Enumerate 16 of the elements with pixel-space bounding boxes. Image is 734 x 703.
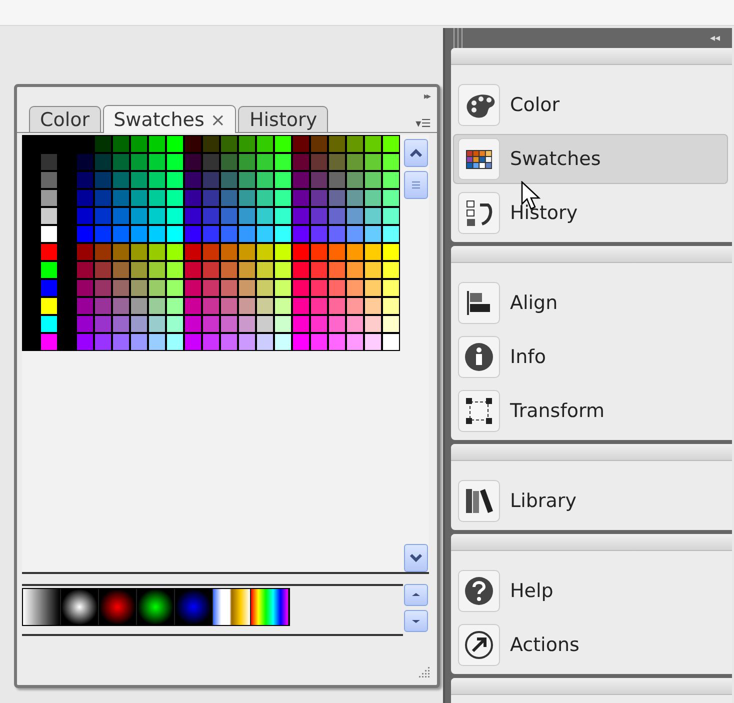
dock-item[interactable]: History (453, 188, 728, 238)
dock-item[interactable]: Align (453, 278, 728, 328)
dock-item[interactable]: Swatches (453, 134, 728, 184)
dock-item[interactable]: Color (453, 80, 728, 130)
panel-tab[interactable]: Swatches × (102, 105, 236, 133)
dock-item[interactable]: Help (453, 566, 728, 616)
dock-item[interactable]: Actions (453, 620, 728, 670)
close-tab-button[interactable]: × (210, 110, 226, 130)
panel-tab[interactable]: Color (29, 106, 101, 132)
panel-menu-button[interactable]: ▾☰ (416, 117, 431, 132)
dock-item[interactable]: Transform (453, 386, 728, 436)
collapse-button[interactable]: ▸▸ (424, 92, 429, 104)
collapse-button[interactable]: ◂◂ (710, 32, 724, 44)
panel-tab[interactable]: History (238, 106, 328, 132)
dock-item[interactable]: Library (453, 476, 728, 526)
dock-item[interactable]: Info (453, 332, 728, 382)
